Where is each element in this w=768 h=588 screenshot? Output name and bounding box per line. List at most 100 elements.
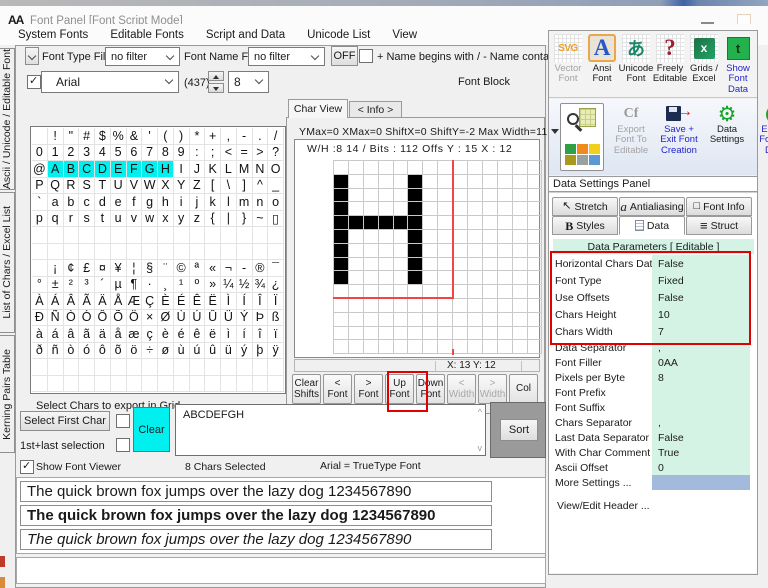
- bitmap-pixel[interactable]: [512, 257, 528, 272]
- char-cell[interactable]: [47, 227, 64, 244]
- bitmap-pixel[interactable]: [334, 174, 349, 189]
- bitmap-pixel[interactable]: [468, 243, 483, 258]
- char-cell[interactable]: Þ: [252, 309, 269, 326]
- char-cell[interactable]: Ü: [221, 309, 237, 326]
- bitmap-pixel[interactable]: [453, 216, 469, 230]
- bitmap-pixel[interactable]: [438, 174, 454, 189]
- bitmap-pixel[interactable]: [497, 161, 513, 175]
- bitmap-pixel[interactable]: [497, 174, 513, 189]
- param-row-chars-height[interactable]: Chars Height 10: [552, 306, 755, 323]
- char-cell[interactable]: ò: [63, 342, 80, 359]
- bitmap-pixel[interactable]: [468, 326, 483, 341]
- bitmap-pixel[interactable]: [527, 285, 543, 299]
- param-value[interactable]: 0: [652, 460, 750, 475]
- char-cell[interactable]: [47, 375, 64, 392]
- char-cell[interactable]: [158, 243, 174, 260]
- bitmap-pixel[interactable]: [438, 161, 454, 175]
- char-cell[interactable]: þ: [252, 342, 269, 359]
- bitmap-pixel[interactable]: [438, 229, 454, 244]
- bitmap-pixel-grid[interactable]: [333, 160, 543, 355]
- char-cell[interactable]: «: [205, 260, 221, 277]
- bitmap-pixel[interactable]: [468, 174, 483, 189]
- char-cell[interactable]: Ò: [63, 309, 80, 326]
- bitmap-pixel[interactable]: [423, 161, 439, 175]
- char-cell[interactable]: ó: [79, 342, 95, 359]
- bitmap-pixel[interactable]: [453, 312, 469, 327]
- char-cell[interactable]: ¬: [221, 260, 237, 277]
- bitmap-pixel[interactable]: [512, 326, 528, 341]
- char-cell[interactable]: j: [189, 194, 206, 211]
- ribbon-save-exit-font-creation[interactable]: → Save + Exit Font Creation: [655, 103, 703, 175]
- menu-script-and-data[interactable]: Script and Data: [206, 29, 285, 41]
- char-cell[interactable]: [63, 375, 80, 392]
- scroll-up-icon[interactable]: ^: [478, 407, 482, 417]
- bitmap-pixel[interactable]: [527, 257, 543, 272]
- char-cell[interactable]: 8: [158, 144, 174, 161]
- bitmap-pixel[interactable]: [512, 202, 528, 217]
- bitmap-pixel[interactable]: [348, 202, 364, 217]
- bitmap-pixel[interactable]: [334, 340, 349, 355]
- bitmap-pixel[interactable]: [497, 216, 513, 230]
- char-cell[interactable]: :: [189, 144, 206, 161]
- param-value[interactable]: ,: [652, 415, 750, 430]
- char-cell[interactable]: /: [268, 128, 284, 145]
- char-cell[interactable]: y: [173, 210, 190, 227]
- char-cell[interactable]: [205, 359, 221, 376]
- bitmap-pixel[interactable]: [482, 202, 498, 217]
- bitmap-pixel[interactable]: [482, 161, 498, 175]
- bitmap-pixel[interactable]: [378, 216, 394, 230]
- char-cell[interactable]: ²: [63, 276, 80, 293]
- char-cell[interactable]: µ: [110, 276, 127, 293]
- char-cell[interactable]: õ: [110, 342, 127, 359]
- char-cell[interactable]: Á: [47, 293, 64, 310]
- button-width[interactable]: < Width: [447, 374, 476, 404]
- param-value[interactable]: Fixed: [652, 272, 750, 289]
- char-cell[interactable]: [236, 375, 253, 392]
- param-value[interactable]: 8: [652, 370, 750, 385]
- char-cell[interactable]: ÷: [142, 342, 158, 359]
- ribbon-grids-excel[interactable]: x Grids / Excel: [687, 34, 721, 97]
- bitmap-pixel[interactable]: [423, 202, 439, 217]
- bitmap-pixel[interactable]: [482, 257, 498, 272]
- bitmap-pixel[interactable]: [482, 271, 498, 286]
- bitmap-pixel[interactable]: [497, 271, 513, 286]
- filter-dropdown-button[interactable]: [25, 47, 39, 65]
- char-cell[interactable]: [47, 243, 64, 260]
- ribbon-show-font-data[interactable]: t Show Font Data: [721, 34, 755, 97]
- char-cell[interactable]: Y: [173, 177, 190, 194]
- bitmap-pixel[interactable]: [408, 326, 424, 341]
- bitmap-pixel[interactable]: [423, 174, 439, 189]
- char-cell[interactable]: [173, 227, 190, 244]
- bitmap-pixel[interactable]: [512, 229, 528, 244]
- char-cell[interactable]: [268, 243, 284, 260]
- bitmap-pixel[interactable]: [453, 161, 469, 175]
- char-cell[interactable]: ¢: [63, 260, 80, 277]
- char-cell[interactable]: b: [63, 194, 80, 211]
- char-cell[interactable]: [189, 227, 206, 244]
- char-cell[interactable]: Õ: [110, 309, 127, 326]
- bitmap-pixel[interactable]: [468, 202, 483, 217]
- char-cell[interactable]: [252, 375, 269, 392]
- bitmap-pixel[interactable]: [527, 216, 543, 230]
- char-cell[interactable]: `: [32, 194, 48, 211]
- char-cell[interactable]: f: [126, 194, 143, 211]
- char-cell[interactable]: í: [236, 326, 253, 343]
- char-cell[interactable]: [268, 375, 284, 392]
- char-cell[interactable]: [47, 359, 64, 376]
- bitmap-pixel[interactable]: [423, 188, 439, 203]
- char-cell[interactable]: w: [142, 210, 158, 227]
- bitmap-pixel[interactable]: [527, 340, 543, 355]
- char-cell[interactable]: [63, 227, 80, 244]
- char-cell[interactable]: p: [32, 210, 48, 227]
- bitmap-pixel[interactable]: [423, 216, 439, 230]
- char-cell[interactable]: [142, 359, 158, 376]
- bitmap-pixel[interactable]: [334, 298, 349, 313]
- char-cell[interactable]: [126, 359, 143, 376]
- tab-char-view[interactable]: Char View: [288, 99, 348, 118]
- bitmap-pixel[interactable]: [378, 161, 394, 175]
- char-cell[interactable]: È: [158, 293, 174, 310]
- char-cell[interactable]: [32, 227, 48, 244]
- char-cell[interactable]: R: [63, 177, 80, 194]
- char-cell[interactable]: ì: [221, 326, 237, 343]
- char-cell[interactable]: §: [142, 260, 158, 277]
